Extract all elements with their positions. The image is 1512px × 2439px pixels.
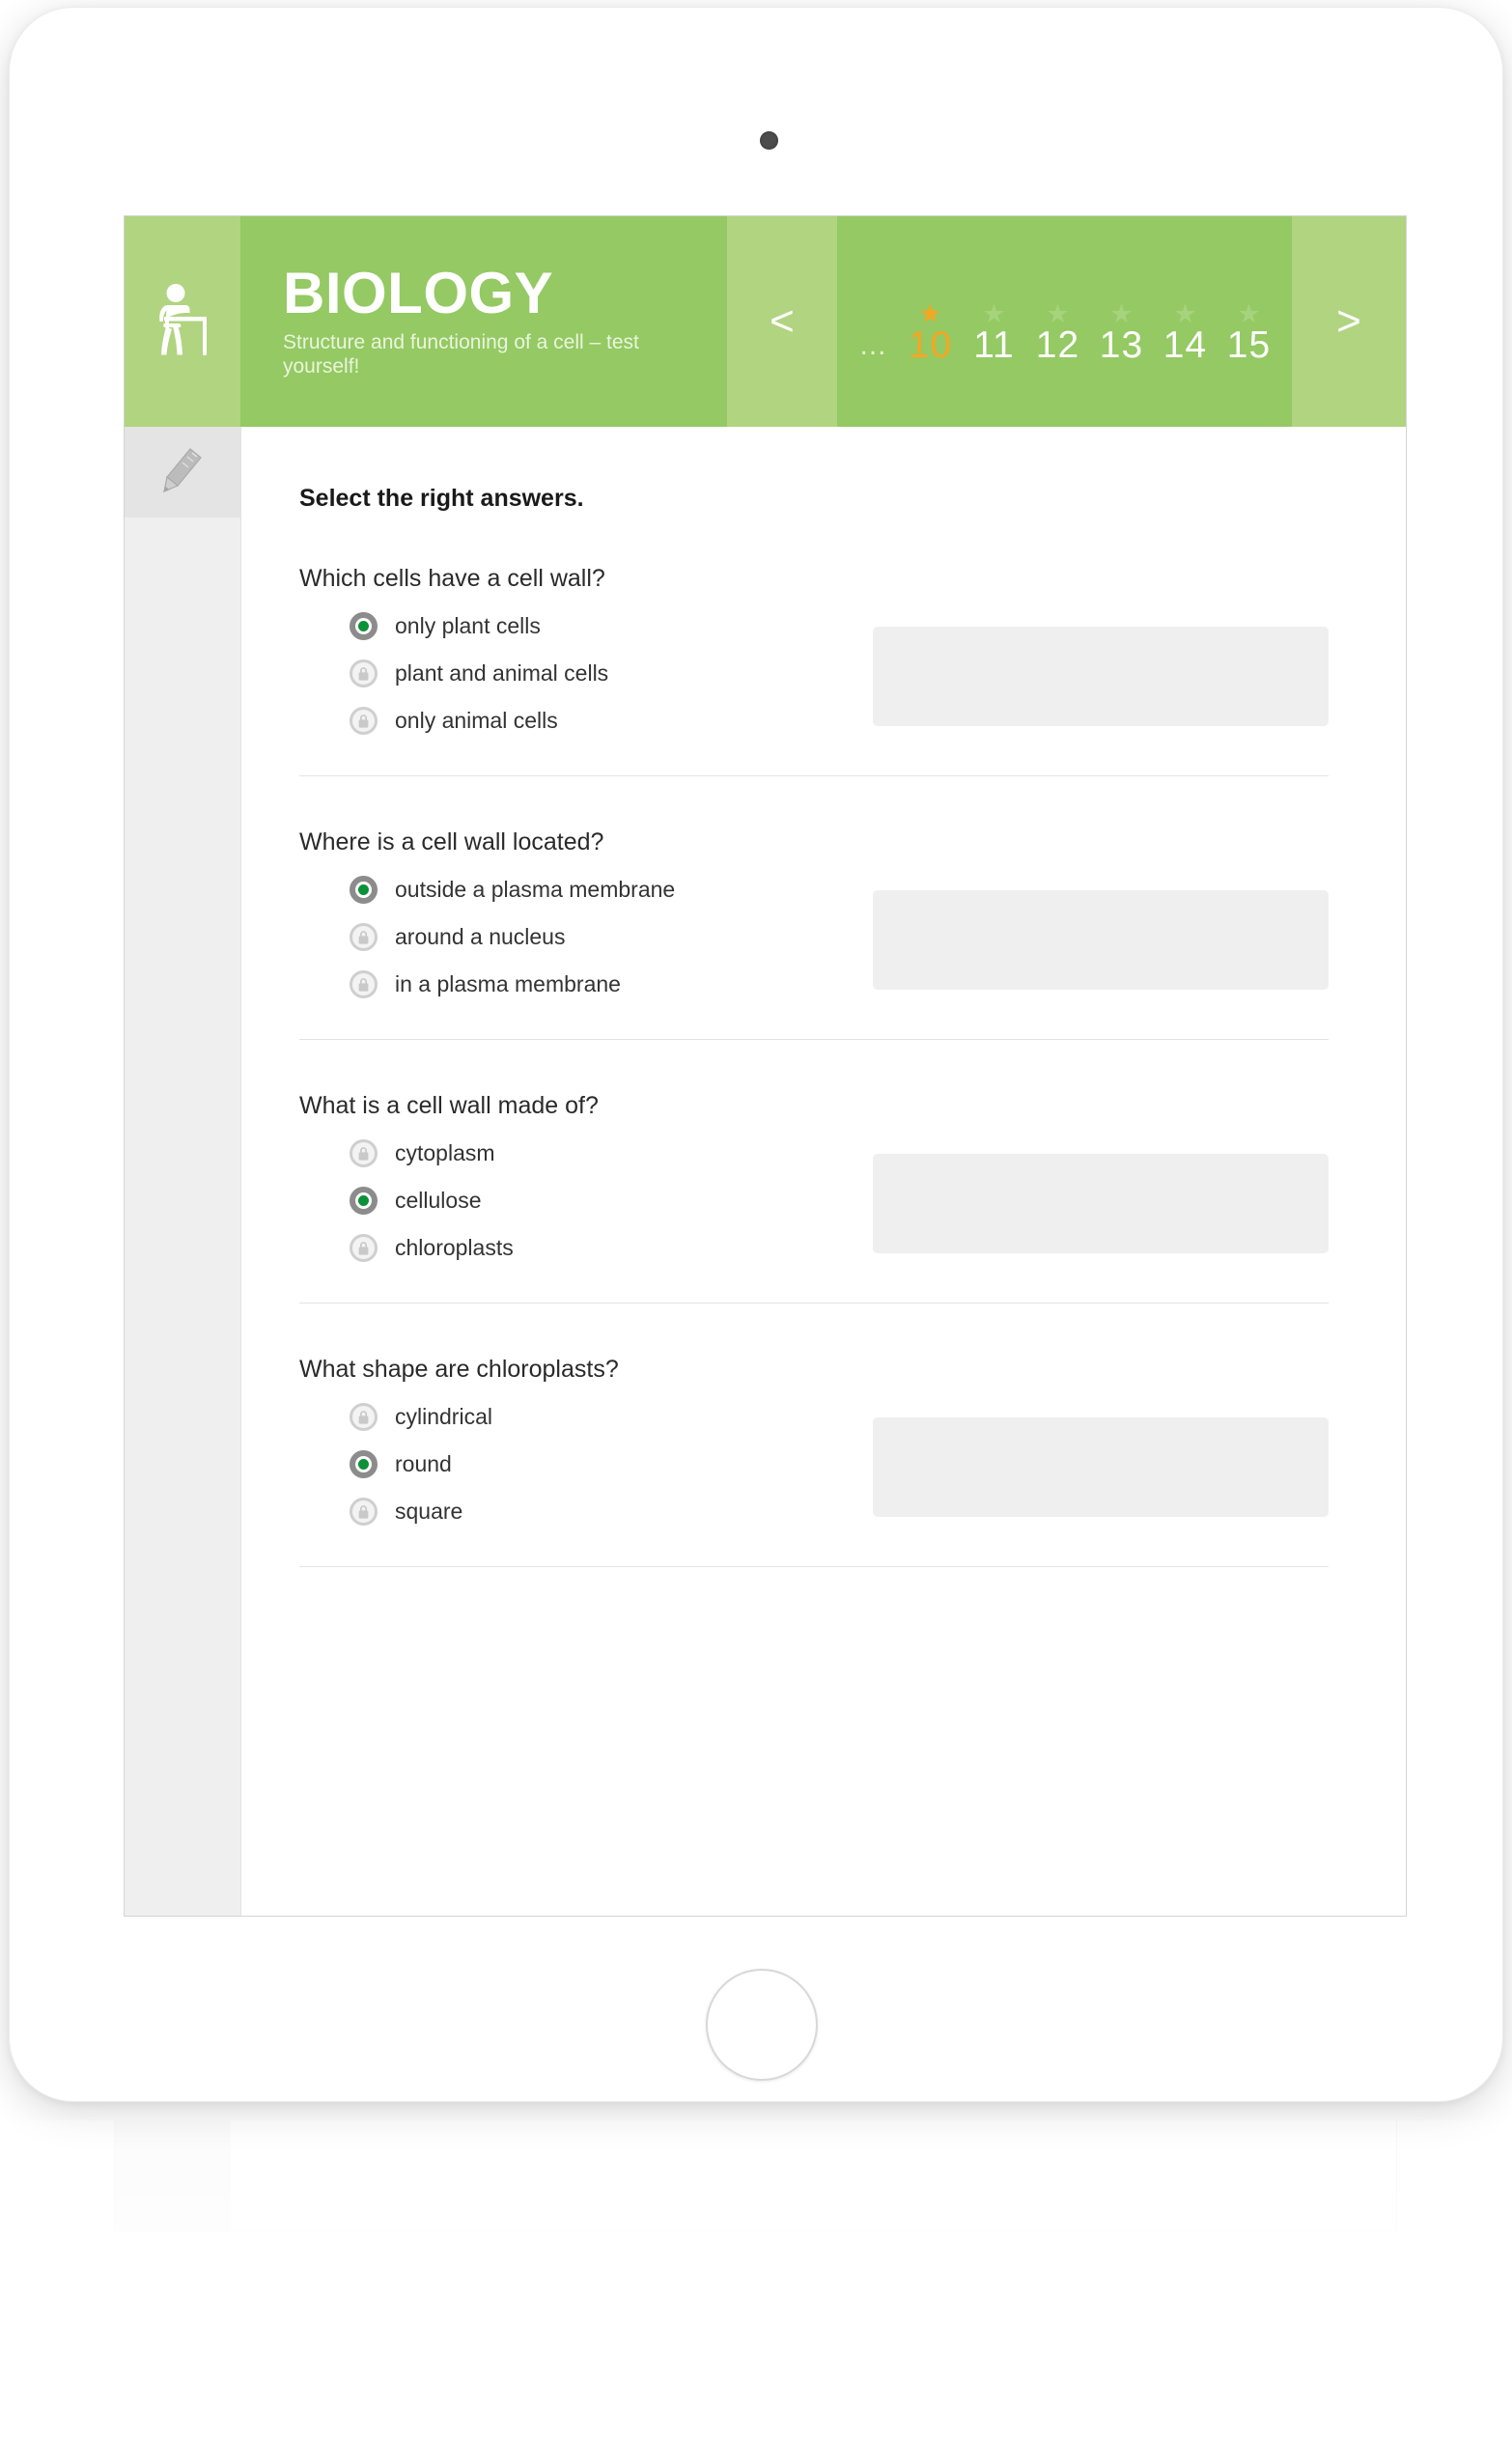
answer-option-label: round	[395, 1450, 452, 1476]
lock-icon[interactable]	[350, 1234, 378, 1262]
front-camera-icon	[760, 131, 778, 150]
page-number-13[interactable]: ★ 13	[1090, 275, 1154, 368]
lock-icon[interactable]	[350, 659, 378, 687]
question-content: Select the right answers. Which cells ha…	[241, 427, 1406, 1916]
answer-option-label: cylindrical	[395, 1403, 492, 1429]
home-button[interactable]	[706, 1969, 818, 2081]
next-page-button[interactable]: >	[1292, 216, 1406, 427]
lock-icon[interactable]	[350, 1498, 378, 1526]
lock-icon[interactable]	[350, 707, 378, 735]
answer-option-label: cellulose	[395, 1187, 482, 1213]
radio-selected-icon[interactable]	[350, 1187, 378, 1215]
pagination-ellipsis: ★ ...	[859, 329, 887, 361]
reflection-screen	[115, 2120, 1396, 2230]
page-number-label: 13	[1099, 324, 1144, 366]
reflection-body	[10, 2120, 1502, 2439]
page-title: BIOLOGY	[283, 261, 554, 326]
star-icon: ★	[1109, 299, 1134, 328]
page-number-15[interactable]: ★ 15	[1218, 275, 1281, 368]
question-block: Where is a cell wall located? outside a p…	[299, 776, 1406, 1040]
tablet-screen: BIOLOGY Structure and functioning of a c…	[125, 216, 1406, 1916]
star-icon: ★	[982, 299, 1006, 328]
question-block: Which cells have a cell wall? only plant …	[299, 513, 1406, 776]
page-number-label: 12	[1035, 324, 1080, 366]
star-icon: ★	[1173, 299, 1197, 328]
subject-icon-block	[125, 216, 240, 427]
question-list: Which cells have a cell wall? only plant …	[241, 513, 1406, 1567]
page-number-11[interactable]: ★ 11	[963, 275, 1026, 368]
star-icon: ★	[1237, 299, 1261, 328]
page-number-label: 10	[908, 324, 953, 366]
answer-image-placeholder	[873, 890, 1329, 990]
page-number-list: ★ ... ★10★11★12★13★14★15	[837, 216, 1292, 427]
screen-body: Select the right answers. Which cells ha…	[125, 427, 1406, 1916]
instruction-text: Select the right answers.	[299, 485, 584, 512]
page-number-12[interactable]: ★ 12	[1026, 275, 1090, 368]
question-block: What shape are chloroplasts? cylindrical r…	[299, 1304, 1406, 1567]
answer-image-placeholder	[873, 1417, 1329, 1517]
answer-option-label: chloroplasts	[395, 1234, 514, 1260]
chevron-left-icon: <	[770, 297, 795, 345]
tablet-device-frame: BIOLOGY Structure and functioning of a c…	[10, 8, 1502, 2101]
answer-image-placeholder	[873, 627, 1329, 726]
page-subtitle: Structure and functioning of a cell – te…	[283, 331, 639, 378]
page-number-label: 15	[1226, 324, 1272, 366]
chevron-right-icon: >	[1336, 297, 1361, 345]
question-title: What is a cell wall made of?	[299, 1092, 599, 1119]
answer-option-label: square	[395, 1498, 463, 1524]
page-number-label: 14	[1162, 324, 1208, 366]
question-title: Which cells have a cell wall?	[299, 565, 605, 592]
question-title: What shape are chloroplasts?	[299, 1356, 619, 1383]
answer-option-label: plant and animal cells	[395, 659, 609, 686]
page-number-14[interactable]: ★ 14	[1154, 275, 1218, 368]
answer-option-label: cytoplasm	[395, 1139, 495, 1165]
page-number-label: 11	[973, 324, 1015, 366]
question-divider	[299, 1566, 1329, 1567]
sidebar-tool-tab[interactable]	[125, 427, 240, 518]
answer-option-label: around a nucleus	[395, 923, 566, 949]
page-number-10[interactable]: ★ 10	[899, 275, 963, 368]
app-header: BIOLOGY Structure and functioning of a c…	[125, 216, 1406, 427]
radio-selected-icon[interactable]	[350, 876, 378, 904]
lock-icon[interactable]	[350, 1139, 378, 1167]
answer-option-label: in a plasma membrane	[395, 970, 621, 996]
answer-option-label: only animal cells	[395, 707, 558, 733]
question-title: Where is a cell wall located?	[299, 828, 604, 855]
radio-selected-icon[interactable]	[350, 612, 378, 640]
student-at-desk-icon	[153, 283, 212, 360]
reflection-sidebar	[115, 2120, 231, 2230]
pencil-icon	[161, 446, 204, 499]
answer-option-label: only plant cells	[395, 612, 541, 638]
left-sidebar	[125, 427, 241, 1916]
answer-option-label: outside a plasma membrane	[395, 876, 676, 902]
answer-image-placeholder	[873, 1154, 1329, 1253]
prev-page-button[interactable]: <	[727, 216, 837, 427]
lock-icon[interactable]	[350, 970, 378, 998]
header-title-block: BIOLOGY Structure and functioning of a c…	[240, 216, 727, 427]
tablet-reflection	[10, 2120, 1502, 2439]
star-icon: ★	[918, 299, 942, 328]
radio-selected-icon[interactable]	[350, 1450, 378, 1478]
lock-icon[interactable]	[350, 923, 378, 951]
star-icon: ★	[1046, 299, 1070, 328]
lock-icon[interactable]	[350, 1403, 378, 1431]
question-block: What is a cell wall made of? cytoplasm cel…	[299, 1040, 1406, 1304]
